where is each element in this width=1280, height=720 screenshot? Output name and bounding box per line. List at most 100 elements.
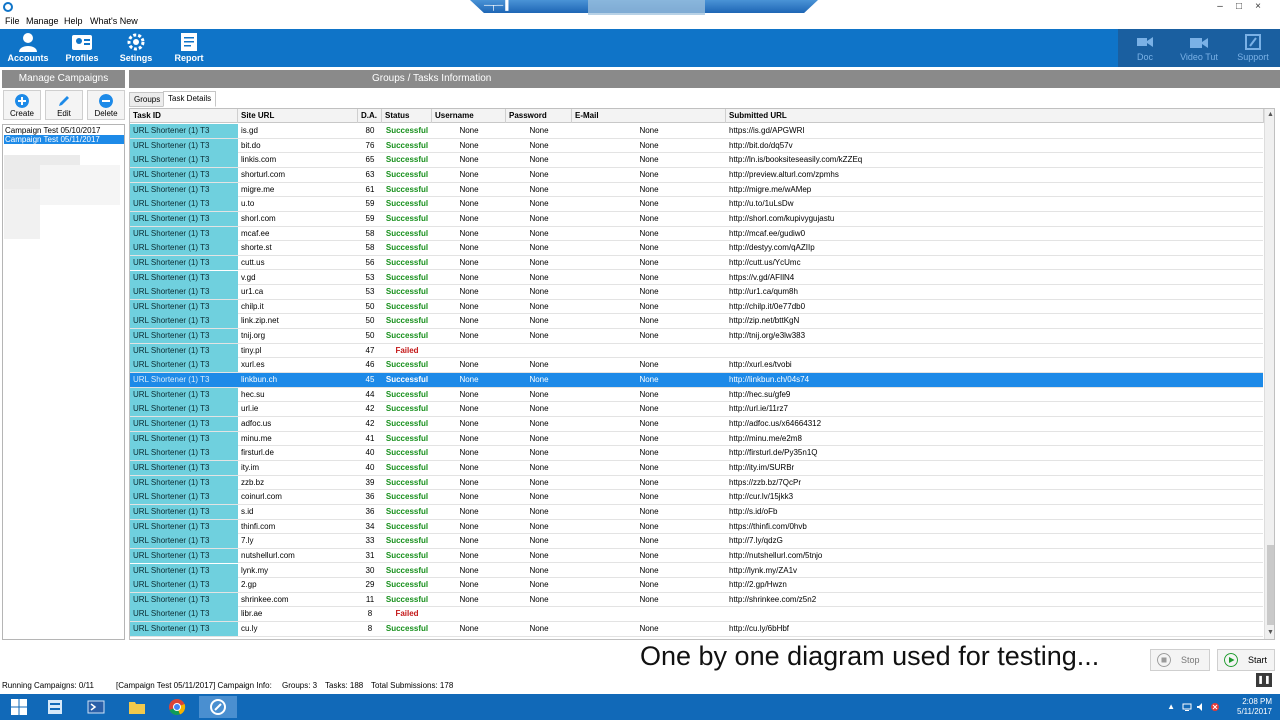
table-row[interactable]: URL Shortener (1) T3 chilp.it 50 Successful… [130,299,1263,315]
col-task-id[interactable]: Task ID [130,109,238,123]
table-row[interactable]: URL Shortener (1) T3 s.id 36 Successful None… [130,504,1263,520]
close-button[interactable]: × [1249,0,1267,14]
table-row[interactable]: URL Shortener (1) T3 libr.ae 8 Failed [130,607,1263,623]
scroll-up-icon[interactable]: ▲ [1267,111,1274,118]
col-submitted-url[interactable]: Submitted URL [726,109,1264,123]
campaign-item[interactable]: Campaign Test 05/10/2017 [4,126,100,135]
support-button[interactable]: Support [1228,31,1278,65]
table-row[interactable]: URL Shortener (1) T3 mcaf.ee 58 Successful N… [130,226,1263,242]
table-row[interactable]: URL Shortener (1) T3 lynk.my 30 Successful N… [130,563,1263,579]
table-row[interactable]: URL Shortener (1) T3 adfoc.us 42 Successful… [130,417,1263,432]
volume-icon[interactable] [1196,702,1206,712]
table-row[interactable]: URL Shortener (1) T3 v.gd 53 Successful None… [130,270,1263,286]
campaign-list[interactable]: Campaign Test 05/10/2017 Campaign Test 0… [2,124,125,640]
table-row[interactable]: URL Shortener (1) T3 cu.ly 8 Successful None… [130,622,1263,637]
pause-button[interactable]: ❚❚ [1256,673,1272,687]
site-url-cell: link.zip.net [241,316,279,326]
task-id-cell: URL Shortener (1) T3 [130,373,238,388]
col-username[interactable]: Username [432,109,506,123]
create-button[interactable]: Create [3,90,41,120]
table-row[interactable]: URL Shortener (1) T3 shorte.st 58 Successfu… [130,241,1263,256]
table-row[interactable]: URL Shortener (1) T3 cutt.us 56 Successful N… [130,255,1263,271]
scroll-down-icon[interactable]: ▼ [1267,629,1274,636]
status-cell: Successful [385,404,429,414]
table-row[interactable]: URL Shortener (1) T3 tnij.org 50 Successful… [130,329,1263,344]
doc-label: Doc [1136,52,1153,62]
table-row[interactable]: URL Shortener (1) T3 nutshellurl.com 31 Suc… [130,548,1263,564]
start-menu-button[interactable] [0,696,38,718]
chrome-icon [169,699,186,716]
table-row[interactable]: URL Shortener (1) T3 xurl.es 46 Successful N… [130,358,1263,374]
clock[interactable]: 2:08 PM 5/11/2017 [1237,697,1272,717]
status-cell: Successful [385,565,429,575]
col-da[interactable]: D.A. [358,109,382,123]
table-row[interactable]: URL Shortener (1) T3 u.to 59 Successful None… [130,197,1263,212]
table-row[interactable]: URL Shortener (1) T3 shrinkee.com 11 Succes… [130,592,1263,608]
tray-expand-icon[interactable]: ▲ [1167,702,1175,711]
delete-button[interactable]: Delete [87,90,125,120]
table-row[interactable]: URL Shortener (1) T3 coinurl.com 36 Success… [130,490,1263,505]
report-button[interactable]: Report [162,31,216,65]
submitted-url-cell: http://linkbun.ch/04s74 [729,375,810,385]
minimize-button[interactable]: – [1211,0,1229,14]
doc-button[interactable]: Doc [1120,31,1170,65]
col-email[interactable]: E-Mail [572,109,726,123]
table-row[interactable]: URL Shortener (1) T3 is.gd 80 Successful Non… [130,124,1263,139]
maximize-button[interactable]: □ [1230,0,1248,14]
menu-manage[interactable]: Manage [26,16,59,26]
table-row[interactable]: URL Shortener (1) T3 7.ly 33 Successful None… [130,534,1263,549]
table-row[interactable]: URL Shortener (1) T3 zzb.bz 39 Successful No… [130,475,1263,491]
language-icon[interactable] [1210,702,1220,712]
grid-scrollbar[interactable]: ▲ ▼ [1264,109,1274,639]
menu-help[interactable]: Help [64,16,83,26]
table-row[interactable]: URL Shortener (1) T3 shorturl.com 63 Succes… [130,167,1263,183]
table-row[interactable]: URL Shortener (1) T3 tiny.pl 47 Failed [130,343,1263,359]
col-status[interactable]: Status [382,109,432,123]
start-button[interactable]: Start [1217,649,1275,671]
table-row[interactable]: URL Shortener (1) T3 firsturl.de 40 Success… [130,446,1263,461]
username-cell: None [459,169,479,179]
stop-button[interactable]: Stop [1150,649,1210,671]
pin-icon[interactable]: ─┬─ [484,0,503,10]
password-cell: None [529,536,549,546]
tab-groups[interactable]: Groups [129,92,166,107]
table-row-selected[interactable]: URL Shortener (1) T3 linkbun.ch 45 Successf… [130,373,1263,388]
taskbar-file-explorer[interactable] [118,696,156,718]
table-row[interactable]: URL Shortener (1) T3 linkis.com 65 Successf… [130,153,1263,168]
taskbar-powershell[interactable] [77,696,115,718]
table-row[interactable]: URL Shortener (1) T3 ity.im 40 Successful No… [130,460,1263,476]
taskbar-server-manager[interactable] [36,696,74,718]
submitted-url-cell: http://nutshellurl.com/5tnjo [729,550,823,560]
taskbar-chrome[interactable] [158,696,196,718]
menu-file[interactable]: File [5,16,20,26]
campaign-item-selected[interactable]: Campaign Test 05/11/2017 [4,135,124,144]
edit-button[interactable]: Edit [45,90,83,120]
scroll-thumb[interactable] [1267,545,1274,625]
col-password[interactable]: Password [506,109,572,123]
taskbar-app[interactable] [199,696,237,718]
status-cell: Successful [385,448,429,458]
table-row[interactable]: URL Shortener (1) T3 minu.me 41 Successful N… [130,431,1263,447]
table-row[interactable]: URL Shortener (1) T3 bit.do 76 Successful No… [130,138,1263,154]
menu-whats-new[interactable]: What's New [90,16,138,26]
table-row[interactable]: URL Shortener (1) T3 2.gp 29 Successful None… [130,578,1263,593]
accounts-button[interactable]: Accounts [1,31,55,65]
da-cell: 42 [365,419,375,428]
table-row[interactable]: URL Shortener (1) T3 hec.su 44 Successful No… [130,387,1263,403]
table-row[interactable]: URL Shortener (1) T3 shorl.com 59 Successfu… [130,211,1263,227]
col-site-url[interactable]: Site URL [238,109,358,123]
tab-task-details[interactable]: Task Details [163,91,217,107]
da-cell: 46 [365,360,375,370]
network-icon[interactable] [1182,702,1192,712]
table-row[interactable]: URL Shortener (1) T3 thinfi.com 34 Successf… [130,519,1263,535]
site-url-cell: shorturl.com [241,169,286,179]
task-id-cell: URL Shortener (1) T3 [130,124,238,138]
table-row[interactable]: URL Shortener (1) T3 link.zip.net 50 Succes… [130,314,1263,330]
settings-button[interactable]: Setings [109,31,163,65]
table-row[interactable]: URL Shortener (1) T3 migre.me 61 Successful… [130,182,1263,198]
task-id-cell: URL Shortener (1) T3 [130,285,238,300]
table-row[interactable]: URL Shortener (1) T3 url.ie 42 Successful No… [130,402,1263,417]
profiles-button[interactable]: Profiles [55,31,109,65]
table-row[interactable]: URL Shortener (1) T3 ur1.ca 53 Successful No… [130,285,1263,300]
video-tut-button[interactable]: Video Tut [1174,31,1224,65]
